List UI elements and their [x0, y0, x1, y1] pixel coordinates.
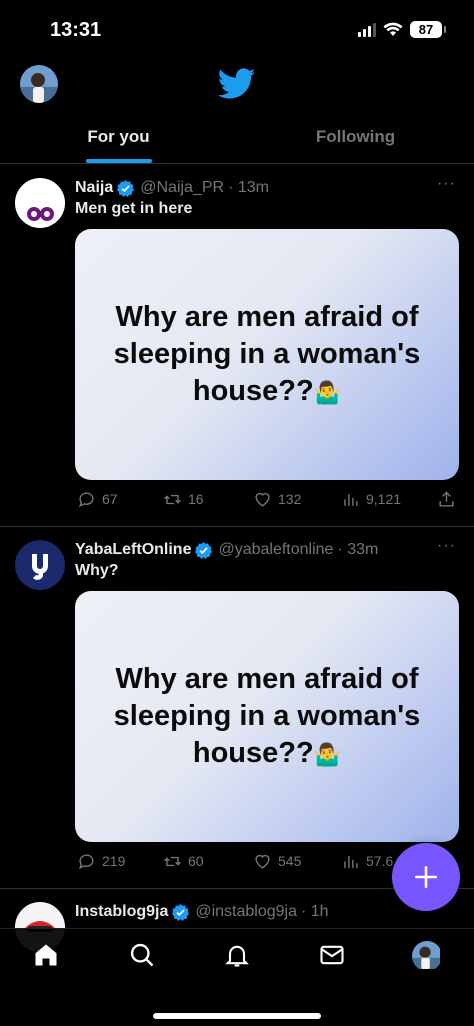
like-count: 132 — [278, 491, 302, 507]
status-bar: 13:31 87 — [0, 0, 474, 60]
profile-avatar[interactable] — [20, 65, 58, 103]
author-name[interactable]: YabaLeftOnline — [75, 541, 191, 559]
like-button[interactable]: 132 — [253, 490, 301, 509]
image-caption: Why are men afraid of sleeping in a woma… — [102, 661, 432, 773]
bottom-nav — [0, 928, 474, 1026]
share-icon — [439, 490, 454, 507]
author-name[interactable]: Naija — [75, 179, 113, 197]
tweet-text: Why? — [75, 562, 119, 579]
view-count: 9,121 — [366, 491, 402, 507]
status-time: 13:31 — [50, 19, 102, 41]
cellular-signal-icon — [358, 22, 376, 37]
shrug-emoji: 🤷‍♂️ — [313, 379, 342, 405]
reply-count: 219 — [102, 853, 126, 869]
nav-home[interactable] — [32, 941, 62, 971]
tweet-time: · 33m — [337, 541, 379, 558]
mail-icon — [320, 945, 344, 965]
more-options-icon[interactable]: ··· — [437, 537, 456, 555]
more-options-icon[interactable]: ··· — [437, 175, 456, 193]
tweet-image[interactable]: Why are men afraid of sleeping in a woma… — [75, 591, 459, 842]
reply-button[interactable]: 219 — [77, 852, 125, 871]
compose-button[interactable] — [392, 843, 460, 911]
verified-badge-icon — [172, 903, 190, 921]
retweet-button[interactable]: 16 — [163, 490, 204, 509]
tweet-actions: 67 16 132 9,121 — [75, 488, 459, 510]
tweet-time: · 1h — [301, 903, 329, 920]
tweet[interactable]: YabaLeftOnline @yabaleftonline · 33m ···… — [0, 527, 474, 889]
tweet-header: YabaLeftOnline @yabaleftonline · 33m — [75, 539, 454, 561]
tweet-text: Men get in here — [75, 200, 193, 217]
retweet-icon — [164, 856, 181, 866]
image-text: Why are men afraid of sleeping in a woma… — [113, 662, 421, 769]
wifi-icon — [383, 22, 403, 36]
search-icon — [130, 943, 154, 967]
reply-count: 67 — [102, 491, 118, 507]
like-count: 545 — [278, 853, 302, 869]
share-button[interactable] — [437, 490, 456, 509]
home-indicator — [153, 1013, 321, 1019]
home-icon — [35, 944, 57, 966]
timeline-tabs: For you Following — [0, 112, 474, 164]
retweet-icon — [164, 494, 181, 504]
reply-button[interactable]: 67 — [77, 490, 118, 509]
nav-profile-avatar[interactable] — [412, 941, 442, 971]
tweet-time: · 13m — [228, 179, 269, 196]
like-button[interactable]: 545 — [253, 852, 301, 871]
tab-following[interactable]: Following — [237, 112, 474, 163]
views-button[interactable]: 57.6 — [341, 852, 393, 871]
heart-icon — [255, 492, 270, 507]
verified-badge-icon — [117, 179, 135, 197]
nav-messages[interactable] — [318, 941, 348, 971]
author-handle[interactable]: @instablog9ja — [195, 903, 297, 921]
tab-for-you[interactable]: For you — [0, 112, 237, 163]
author-handle[interactable]: @Naija_PR — [140, 179, 224, 197]
retweet-button[interactable]: 60 — [163, 852, 204, 871]
author-avatar[interactable] — [15, 540, 65, 590]
tweet-image[interactable]: Why are men afraid of sleeping in a woma… — [75, 229, 459, 480]
reply-icon — [78, 853, 94, 869]
image-text: Why are men afraid of sleeping in a woma… — [113, 300, 421, 407]
bell-icon — [225, 945, 249, 967]
views-button[interactable]: 9,121 — [341, 490, 401, 509]
tweet[interactable]: Naija @Naija_PR · 13m ··· Men get in her… — [0, 165, 474, 527]
top-bar — [0, 60, 474, 110]
shrug-emoji: 🤷‍♂️ — [313, 741, 342, 767]
view-count: 57.6 — [366, 853, 394, 869]
views-chart-icon — [344, 493, 358, 506]
image-caption: Why are men afraid of sleeping in a woma… — [102, 299, 432, 411]
author-avatar[interactable] — [15, 178, 65, 228]
tweet-header: Naija @Naija_PR · 13m — [75, 177, 454, 199]
reply-icon — [78, 491, 94, 507]
battery-icon: 87 — [410, 21, 446, 38]
status-indicators: 87 — [358, 21, 446, 38]
nav-search[interactable] — [128, 941, 158, 971]
author-handle[interactable]: @yabaleftonline — [218, 541, 333, 559]
nav-notifications[interactable] — [223, 941, 253, 971]
heart-icon — [255, 854, 270, 869]
views-chart-icon — [344, 855, 358, 868]
tweet-header: Instablog9ja @instablog9ja · 1h — [75, 901, 454, 923]
twitter-bird-icon[interactable] — [218, 68, 256, 100]
author-name[interactable]: Instablog9ja — [75, 903, 168, 921]
retweet-count: 16 — [188, 491, 204, 507]
plus-icon — [414, 865, 438, 889]
verified-badge-icon — [195, 541, 213, 559]
retweet-count: 60 — [188, 853, 204, 869]
